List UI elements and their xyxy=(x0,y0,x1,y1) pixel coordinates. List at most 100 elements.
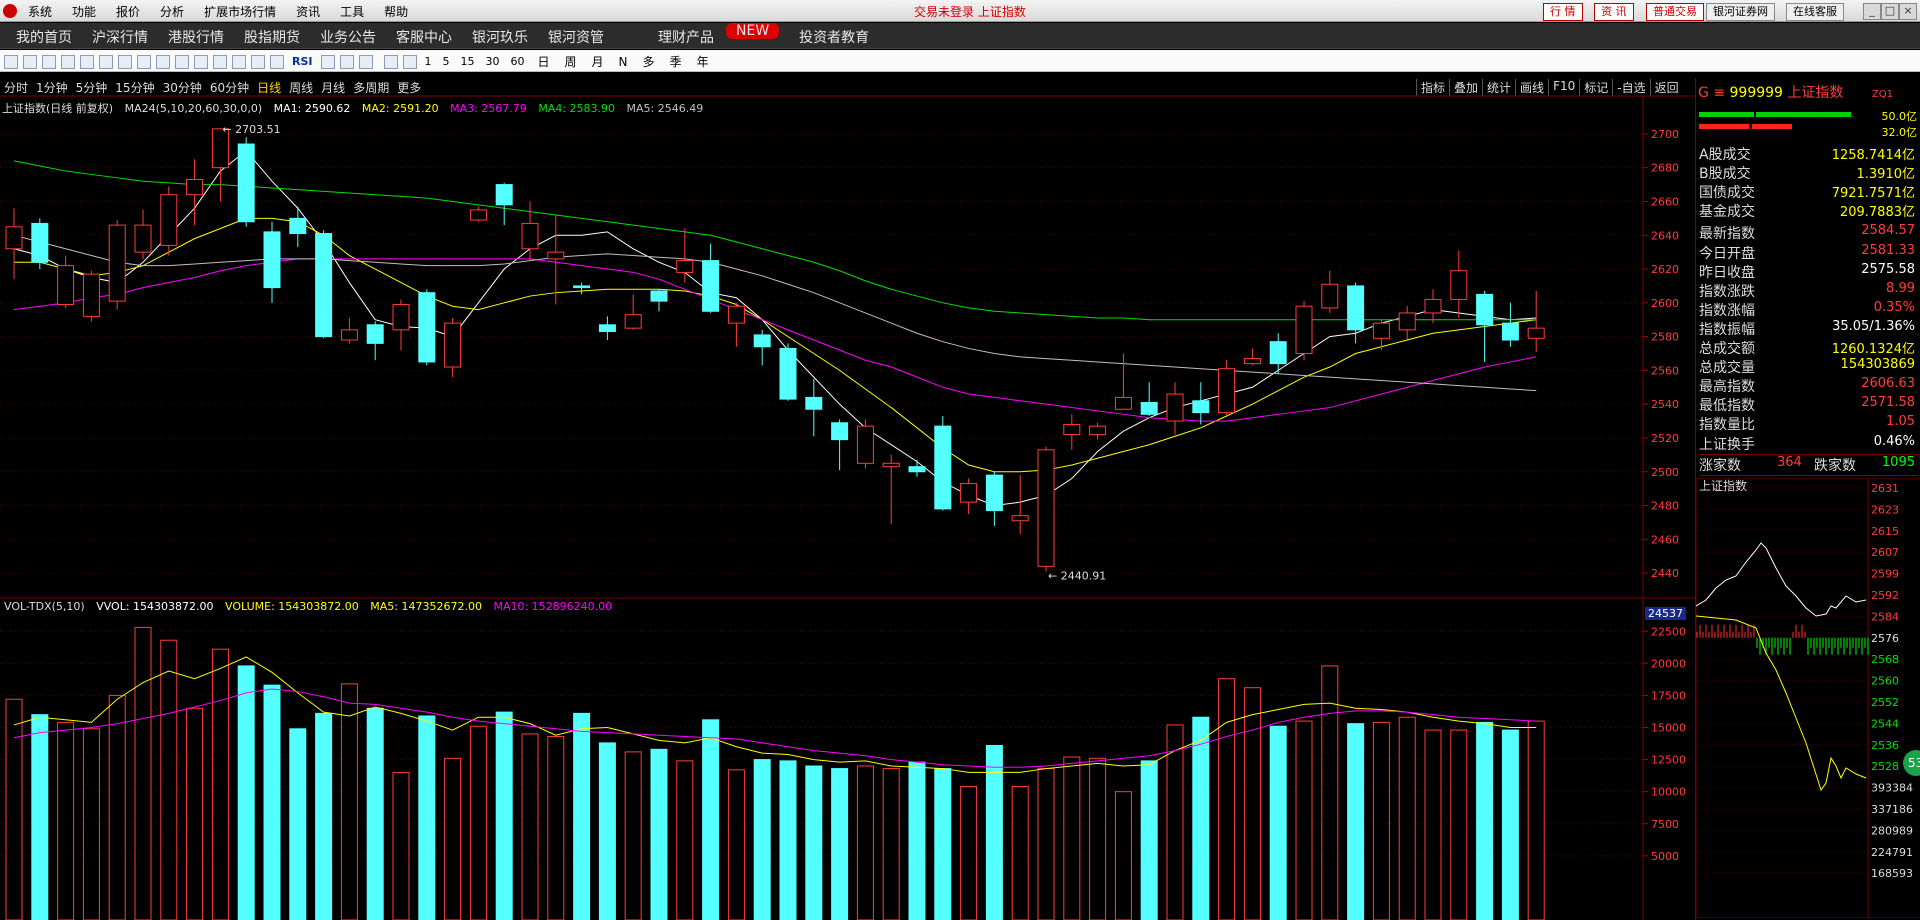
volume-bar xyxy=(1295,720,1313,920)
stat-value: 2571.58 xyxy=(1861,395,1915,411)
mini-tick-label: 168593 xyxy=(1871,867,1913,880)
candle-body xyxy=(1011,515,1029,522)
stat-row: 最新指数 2584.57 xyxy=(1699,223,1917,242)
candle xyxy=(5,208,23,280)
volume-bar xyxy=(1424,729,1442,920)
a-share-bar xyxy=(1699,112,1754,117)
stat-value: 0.46% xyxy=(1873,433,1915,449)
volume-bar xyxy=(1089,757,1107,920)
price-tick-label: 2500 xyxy=(1651,466,1679,479)
candle xyxy=(469,206,487,222)
intraday-mini-chart[interactable]: 2631 2623 2615 2607 2599 2592 2584 2576 2568 2560… xyxy=(1696,478,1920,918)
volume-bar xyxy=(134,626,152,920)
candle-body xyxy=(856,425,874,464)
kline-chart[interactable]: 2700 2680 2660 2640 2620 2600 2580 2560 2540 2520… xyxy=(0,0,1695,920)
maximize-icon[interactable]: □ xyxy=(1881,3,1899,20)
candle-body xyxy=(263,231,281,289)
mini-tick-label: 337186 xyxy=(1871,803,1913,816)
candle-body xyxy=(315,233,333,338)
stat-label: 指数涨跌 xyxy=(1699,283,1755,300)
candle xyxy=(676,228,694,283)
stat-value: 209.7883亿 xyxy=(1839,205,1915,221)
low-annotation: ← 2440.91 xyxy=(1048,570,1106,583)
volume-bar xyxy=(521,733,539,920)
candle-body xyxy=(598,324,616,333)
volume-bar xyxy=(598,742,616,920)
mini-tick-label: 2607 xyxy=(1871,546,1899,559)
broker-site-button[interactable]: 银河证券网 xyxy=(1706,3,1775,21)
stat-value: 0.35% xyxy=(1873,299,1915,315)
minimize-icon[interactable]: _ xyxy=(1863,3,1881,20)
up-count: 364 xyxy=(1777,455,1802,470)
b-share-bar-2 xyxy=(1752,124,1792,129)
candle-body xyxy=(521,222,539,250)
mini-tick-label: 2552 xyxy=(1871,696,1899,709)
stat-row: 指数振幅 35.05/1.36% xyxy=(1699,319,1917,338)
stat-row: 基金成交 209.7883亿 xyxy=(1699,201,1917,220)
candle-body xyxy=(392,304,410,331)
volume-bar xyxy=(727,769,745,920)
candle xyxy=(1011,475,1029,535)
volume-bar xyxy=(960,786,978,920)
stat-label: 总成交量 xyxy=(1699,360,1755,377)
mini-tick-label: 393384 xyxy=(1871,782,1913,795)
stat-value: 2581.33 xyxy=(1861,242,1915,258)
price-tick-label: 2440 xyxy=(1651,567,1679,580)
candle xyxy=(211,128,229,202)
candle-body xyxy=(1450,270,1468,300)
candle-body xyxy=(289,217,307,235)
candle xyxy=(1037,446,1055,572)
mini-tick-label: 2576 xyxy=(1871,632,1899,645)
candle-body xyxy=(547,251,565,260)
candle xyxy=(186,159,204,226)
candle xyxy=(727,302,745,347)
volume-bar xyxy=(831,768,849,920)
volume-bar xyxy=(366,707,384,920)
candle-body xyxy=(82,273,100,317)
volume-bar xyxy=(1372,721,1390,920)
stat-label: 上证换手 xyxy=(1699,436,1755,453)
candle-body xyxy=(1114,396,1132,410)
stat-row: 指数量比 1.05 xyxy=(1699,414,1917,433)
candle xyxy=(1424,289,1442,324)
price-tick-label: 2680 xyxy=(1651,162,1679,175)
mini-tick-label: 2623 xyxy=(1871,503,1899,516)
candle xyxy=(598,316,616,340)
stat-value: 2606.63 xyxy=(1861,376,1915,392)
mini-tick-label: 224791 xyxy=(1871,846,1913,859)
candle-body xyxy=(1398,312,1416,331)
candle-body xyxy=(1269,341,1287,365)
candle xyxy=(57,255,75,308)
price-tick-label: 2560 xyxy=(1651,364,1679,377)
volume-bar xyxy=(31,714,49,920)
volume-bar xyxy=(882,768,900,920)
candle-body xyxy=(57,265,75,306)
candle xyxy=(1089,422,1107,440)
volume-bar xyxy=(392,771,410,920)
candle xyxy=(1063,414,1081,450)
online-service-button[interactable]: 在线客服 xyxy=(1786,3,1844,21)
stat-row: 指数涨幅 0.35% xyxy=(1699,300,1917,319)
close-icon[interactable]: × xyxy=(1899,3,1917,20)
candle xyxy=(495,182,513,226)
candle xyxy=(1114,353,1132,410)
candle xyxy=(1269,333,1287,374)
candle xyxy=(753,329,771,366)
candle-body xyxy=(108,224,126,302)
volume-bar xyxy=(263,684,281,920)
stat-label: 基金成交 xyxy=(1699,204,1755,221)
volume-bar xyxy=(856,765,874,920)
price-tick-label: 2660 xyxy=(1651,195,1679,208)
volume-bar xyxy=(108,694,126,920)
price-tick-label: 2580 xyxy=(1651,331,1679,344)
menu-lines-icon[interactable]: ≡ xyxy=(1713,85,1725,101)
volume-bar xyxy=(289,728,307,920)
candle xyxy=(134,209,152,259)
candle-body xyxy=(908,466,926,473)
candle xyxy=(444,318,462,378)
candle xyxy=(831,419,849,471)
volume-tick-label: 7500 xyxy=(1651,818,1679,831)
candle-body xyxy=(1218,368,1236,414)
high-annotation: ← 2703.51 xyxy=(222,123,280,136)
volume-tick-label: 12500 xyxy=(1651,754,1686,767)
